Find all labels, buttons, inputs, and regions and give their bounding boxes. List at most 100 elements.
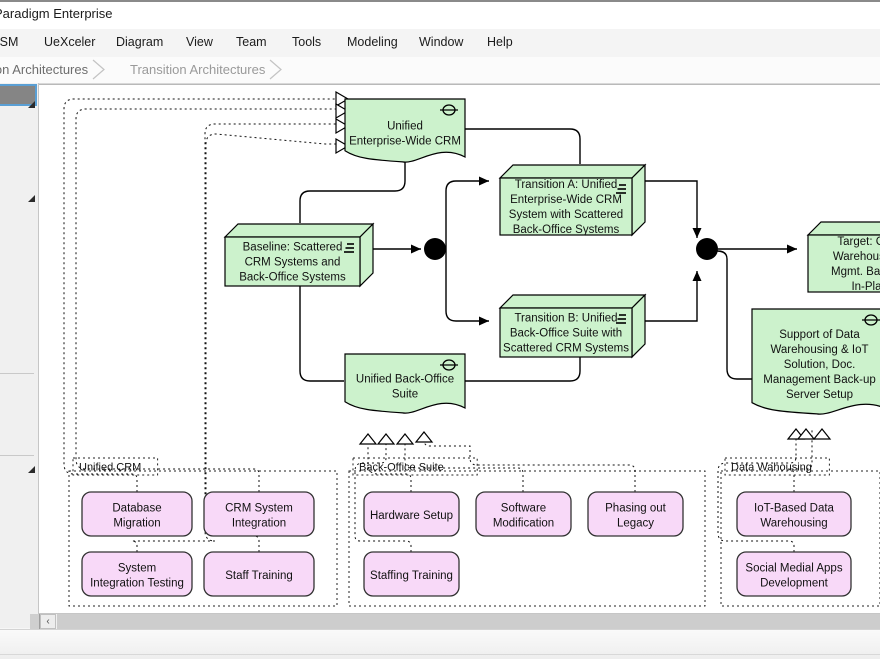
node-label-line: Server Setup bbox=[786, 389, 853, 401]
node-label-line: Management Back-up bbox=[763, 374, 876, 386]
node-label-line: Staff Training bbox=[225, 570, 293, 582]
node-top-face bbox=[500, 295, 645, 308]
diagram-canvas[interactable]: Unified CRMBack-Office SuiteData Wahousi… bbox=[39, 84, 880, 614]
title-bar: Paradigm Enterprise bbox=[0, 0, 880, 30]
line-unified-crm-to-baseline[interactable] bbox=[300, 161, 405, 223]
node-wp_software_mod[interactable]: SoftwareModification bbox=[476, 492, 571, 536]
node-label-line: Solution, Doc. bbox=[784, 359, 856, 371]
node-label-line: In-Pla bbox=[851, 281, 880, 293]
menu-item-help[interactable]: Help bbox=[487, 35, 513, 49]
node-label-line: Social Medial Apps bbox=[745, 563, 842, 575]
node-baseline[interactable]: Baseline: ScatteredCRM Systems andBack-O… bbox=[225, 224, 373, 286]
flow-junction-to-transition-b[interactable] bbox=[446, 249, 489, 321]
node-label-line: Back-Office Suite with bbox=[510, 328, 622, 340]
node-support_data[interactable]: Support of Data Warehousing & IoT Solution… bbox=[752, 309, 880, 414]
node-wp_sys_testing[interactable]: System Integration Testing bbox=[82, 552, 192, 596]
realization-arrowhead-backoffice-0 bbox=[360, 434, 376, 444]
node-label-line: Modification bbox=[493, 518, 554, 530]
node-label-line: Back-Office Systems bbox=[513, 224, 620, 236]
node-wp_iot_warehouse[interactable]: IoT-Based DataWarehousing bbox=[737, 492, 851, 536]
flow-transition-b-to-junction-right[interactable] bbox=[645, 271, 697, 321]
node-label-line: Suite bbox=[392, 389, 418, 401]
application-window: Paradigm Enterprise TSM UeXceler Diagram Vi… bbox=[0, 0, 880, 658]
node-label-line: CRM Systems and bbox=[245, 257, 341, 269]
node-label-line: Warehousing & IoT bbox=[770, 344, 868, 356]
node-label-line: Enterprise-Wide CRM bbox=[349, 136, 461, 148]
node-wp_staffing_train[interactable]: Staffing Training bbox=[364, 552, 459, 596]
menu-item-modeling[interactable]: Modeling bbox=[347, 35, 398, 49]
node-label-line: Transition B: Unified bbox=[514, 313, 617, 325]
junction-junction_left[interactable] bbox=[424, 238, 446, 260]
flow-transition-a-to-junction-right[interactable] bbox=[645, 181, 697, 238]
node-label-line: Target: CRI bbox=[837, 236, 880, 248]
node-label-line: Unified bbox=[387, 121, 423, 133]
node-wp_social_apps[interactable]: Social Medial AppsDevelopment bbox=[737, 552, 851, 596]
scrollbar-corner bbox=[30, 614, 40, 629]
node-label-line: Enterprise-Wide CRM bbox=[510, 194, 622, 206]
horizontal-scrollbar[interactable]: ‹ bbox=[39, 613, 880, 630]
node-label-line: CRM System bbox=[225, 503, 293, 515]
line-support-to-junction-right[interactable] bbox=[717, 251, 752, 379]
realization-dotted-connector-1[interactable] bbox=[76, 109, 336, 492]
node-label-line: Warehousing bbox=[760, 518, 827, 530]
node-transition_b[interactable]: Transition B: Unified Back-Office Suite w… bbox=[500, 295, 645, 357]
node-wp_hardware_setup[interactable]: Hardware Setup bbox=[364, 492, 459, 536]
realization-dotted-connector-3[interactable] bbox=[206, 134, 336, 552]
node-target[interactable]: Target: CRI Warehousing Mgmt. Back-u In-Pla bbox=[808, 222, 880, 293]
status-bar bbox=[0, 629, 880, 659]
node-label-line: Back-Office Systems bbox=[239, 272, 346, 284]
node-label-line: Integration bbox=[232, 518, 286, 530]
breadcrumb-separator-icon-0 bbox=[92, 59, 106, 80]
line-baseline-to-backoffice-suite[interactable] bbox=[300, 286, 344, 381]
status-bar-divider bbox=[0, 654, 880, 655]
node-wp_db_migration[interactable]: Database Migration bbox=[82, 492, 192, 536]
node-side-face bbox=[632, 165, 645, 235]
node-label-line: Staffing Training bbox=[370, 570, 453, 582]
node-label-line: Integration Testing bbox=[90, 578, 184, 590]
node-label-line: Phasing out bbox=[605, 503, 667, 515]
junction-junction_right[interactable] bbox=[696, 238, 718, 260]
realization-dotted-connector-2[interactable] bbox=[132, 124, 336, 552]
menu-item-diagram[interactable]: Diagram bbox=[116, 35, 163, 49]
node-top-face bbox=[500, 165, 645, 178]
scroll-left-button[interactable]: ‹ bbox=[40, 614, 56, 629]
node-transition_a[interactable]: Transition A: UnifiedEnterprise-Wide CRM… bbox=[500, 165, 645, 236]
line-backoffice-suite-to-transition-b[interactable] bbox=[465, 357, 580, 381]
node-wp_crm_integration[interactable]: CRM System Integration bbox=[204, 492, 314, 536]
archimate-diagram[interactable]: Unified CRMBack-Office SuiteData Wahousi… bbox=[39, 85, 880, 614]
menu-item-tsm[interactable]: TSM bbox=[0, 35, 18, 49]
breadcrumb-item-0[interactable]: ion Architectures bbox=[0, 60, 88, 80]
node-top-face bbox=[225, 224, 373, 237]
menu-item-window[interactable]: Window bbox=[419, 35, 463, 49]
window-top-border bbox=[0, 0, 880, 2]
flow-junction-to-transition-a[interactable] bbox=[446, 181, 489, 249]
node-label-line: Migration bbox=[113, 518, 160, 530]
menu-item-team[interactable]: Team bbox=[236, 35, 267, 49]
palette-expander-icon-2[interactable] bbox=[28, 195, 35, 202]
palette-expander-icon-3[interactable] bbox=[28, 466, 35, 473]
scrollbar-thumb[interactable] bbox=[57, 614, 880, 629]
line-unified-crm-to-transition-a[interactable] bbox=[465, 129, 580, 164]
menu-item-tools[interactable]: Tools bbox=[292, 35, 321, 49]
node-label-line: Support of Data bbox=[779, 329, 860, 341]
node-label-line: Scattered CRM Systems bbox=[503, 343, 629, 355]
menu-bar: TSM UeXceler Diagram View Team Tools Modeling W… bbox=[0, 29, 880, 58]
menu-item-uexceler[interactable]: UeXceler bbox=[44, 35, 95, 49]
node-label-line: Mgmt. Back-u bbox=[831, 266, 880, 278]
breadcrumb-item-1[interactable]: Transition Architectures bbox=[130, 60, 265, 80]
node-unified_crm[interactable]: Unified Enterprise-Wide CRM bbox=[345, 99, 465, 162]
node-label-line: Hardware Setup bbox=[370, 510, 453, 522]
palette-expander-icon-1[interactable] bbox=[28, 101, 35, 108]
menu-item-view[interactable]: View bbox=[186, 35, 213, 49]
node-wp_staff_training[interactable]: Staff Training bbox=[204, 552, 314, 596]
breadcrumb: ion Architectures Transition Architecture… bbox=[0, 57, 880, 84]
realization-dotted-connector-7[interactable] bbox=[424, 434, 635, 492]
node-label-line: System bbox=[118, 563, 156, 575]
node-label-line: Database bbox=[112, 503, 161, 515]
node-top-face bbox=[808, 222, 880, 235]
node-label-line: Warehousing bbox=[833, 251, 880, 263]
node-unified_backoffice[interactable]: Unified Back-OfficeSuite bbox=[345, 354, 465, 413]
left-panel-strip[interactable] bbox=[0, 83, 39, 628]
realization-dotted-connector-0[interactable] bbox=[64, 99, 336, 492]
node-wp_phasing_out[interactable]: Phasing outLegacy bbox=[588, 492, 683, 536]
